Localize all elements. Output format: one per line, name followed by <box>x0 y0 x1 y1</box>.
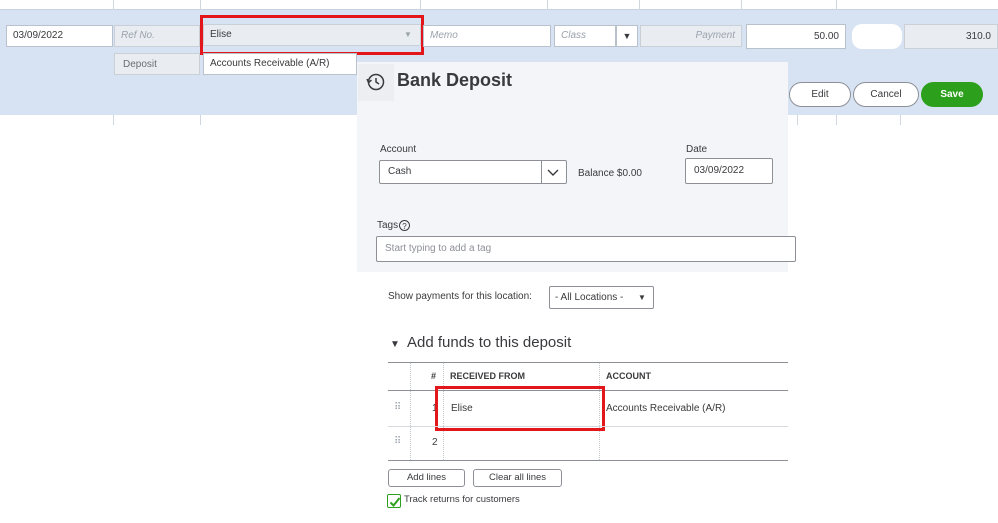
column-divider <box>836 115 837 125</box>
location-filter-label: Show payments for this location: <box>388 291 532 302</box>
row-border <box>388 426 788 427</box>
date-field[interactable]: 03/09/2022 <box>685 158 773 184</box>
register-ref-no-field[interactable]: Ref No. <box>114 25 200 47</box>
column-divider <box>113 0 114 10</box>
tags-label: Tags <box>377 220 399 231</box>
location-select-value: - All Locations - <box>555 292 624 303</box>
cancel-button[interactable]: Cancel <box>853 82 919 107</box>
register-deposit-amount[interactable]: 50.00 <box>746 24 846 49</box>
register-account-field[interactable]: Accounts Receivable (A/R) <box>203 53 357 75</box>
drag-handle-icon[interactable]: ⠿ <box>394 402 401 413</box>
column-divider <box>420 0 421 10</box>
track-returns-checkbox[interactable] <box>387 494 401 508</box>
register-payment-field[interactable]: Payment <box>640 25 742 47</box>
account-balance-text: Balance $0.00 <box>578 168 642 179</box>
table-bottom-border <box>388 460 788 461</box>
save-button[interactable]: Save <box>921 82 983 107</box>
column-divider <box>836 0 837 10</box>
column-divider <box>797 115 798 125</box>
history-clock-icon <box>366 73 385 91</box>
add-lines-button[interactable]: Add lines <box>388 469 465 487</box>
account-label: Account <box>380 144 417 155</box>
date-label: Date <box>686 144 708 155</box>
highlight-payee-register <box>200 15 424 55</box>
row-number: 2 <box>432 437 438 448</box>
help-icon[interactable]: ? <box>399 220 410 231</box>
column-divider <box>200 115 201 125</box>
caret-down-icon: ▼ <box>638 293 646 302</box>
column-divider <box>113 115 114 125</box>
column-divider <box>410 363 411 460</box>
column-divider <box>900 115 901 125</box>
account-cell[interactable]: Accounts Receivable (A/R) <box>606 403 726 414</box>
column-divider <box>741 0 742 10</box>
collapse-triangle-icon[interactable]: ▼ <box>390 339 400 350</box>
recent-transactions-button[interactable] <box>358 64 394 101</box>
track-returns-label: Track returns for customers <box>404 494 520 505</box>
column-divider <box>639 0 640 10</box>
column-header-received-from: RECEIVED FROM <box>450 371 526 381</box>
column-header-account: ACCOUNT <box>606 371 651 381</box>
register-memo-field[interactable]: Memo <box>423 25 551 47</box>
table-top-border <box>388 362 788 363</box>
column-divider <box>547 0 548 10</box>
highlight-received-from <box>435 386 605 431</box>
tags-input[interactable]: Start typing to add a tag <box>376 236 796 262</box>
page-title: Bank Deposit <box>397 70 513 90</box>
column-divider <box>200 0 201 10</box>
account-select-value: Cash <box>388 166 412 177</box>
register-type-label: Deposit <box>114 53 200 75</box>
register-date-field[interactable]: 03/09/2022 <box>6 25 113 47</box>
location-select[interactable]: - All Locations - ▼ <box>549 286 654 309</box>
checkmark-icon <box>389 497 401 507</box>
chevron-down-icon <box>546 161 560 192</box>
class-dropdown-icon[interactable]: ▼ <box>616 25 638 47</box>
drag-handle-icon[interactable]: ⠿ <box>394 436 401 447</box>
section-title: Add funds to this deposit <box>407 334 572 351</box>
column-header-number: # <box>431 371 437 381</box>
edit-button[interactable]: Edit <box>789 82 851 107</box>
select-separator <box>541 161 542 183</box>
register-class-field[interactable]: Class <box>554 25 616 47</box>
clear-all-lines-button[interactable]: Clear all lines <box>473 469 562 487</box>
register-balance: 310.0 <box>904 24 998 49</box>
register-previous-row <box>0 0 998 10</box>
register-reconcile-cell[interactable] <box>852 24 902 49</box>
account-select[interactable]: Cash <box>379 160 567 184</box>
